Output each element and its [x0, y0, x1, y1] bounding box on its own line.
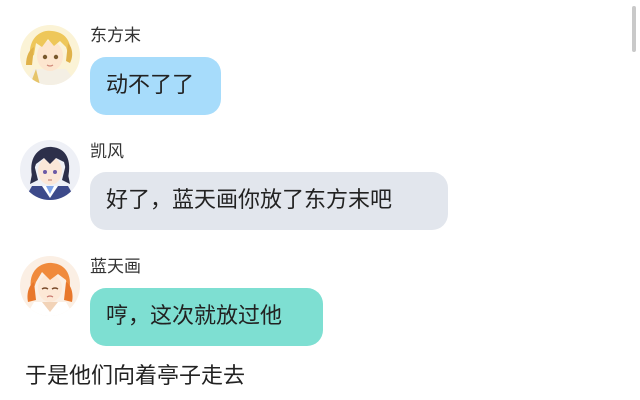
avatar[interactable]: [20, 256, 80, 316]
blond-character-avatar-icon: [20, 25, 80, 85]
dark-haired-character-avatar-icon: [20, 140, 80, 200]
narration-text: 于是他们向着亭子走去: [25, 364, 246, 389]
message-bubble[interactable]: 哼，这次就放过他: [90, 288, 323, 346]
avatar[interactable]: [20, 25, 80, 85]
scrollbar-thumb[interactable]: [632, 6, 636, 52]
scrollbar[interactable]: [630, 0, 638, 400]
sender-name: 蓝天画: [90, 257, 141, 277]
message-bubble[interactable]: 好了，蓝天画你放了东方末吧: [90, 172, 448, 230]
orange-haired-character-avatar-icon: [20, 256, 80, 316]
sender-name: 凯风: [90, 142, 124, 162]
sender-name: 东方末: [90, 26, 141, 46]
message-bubble[interactable]: 动不了了: [90, 57, 221, 115]
avatar[interactable]: [20, 140, 80, 200]
